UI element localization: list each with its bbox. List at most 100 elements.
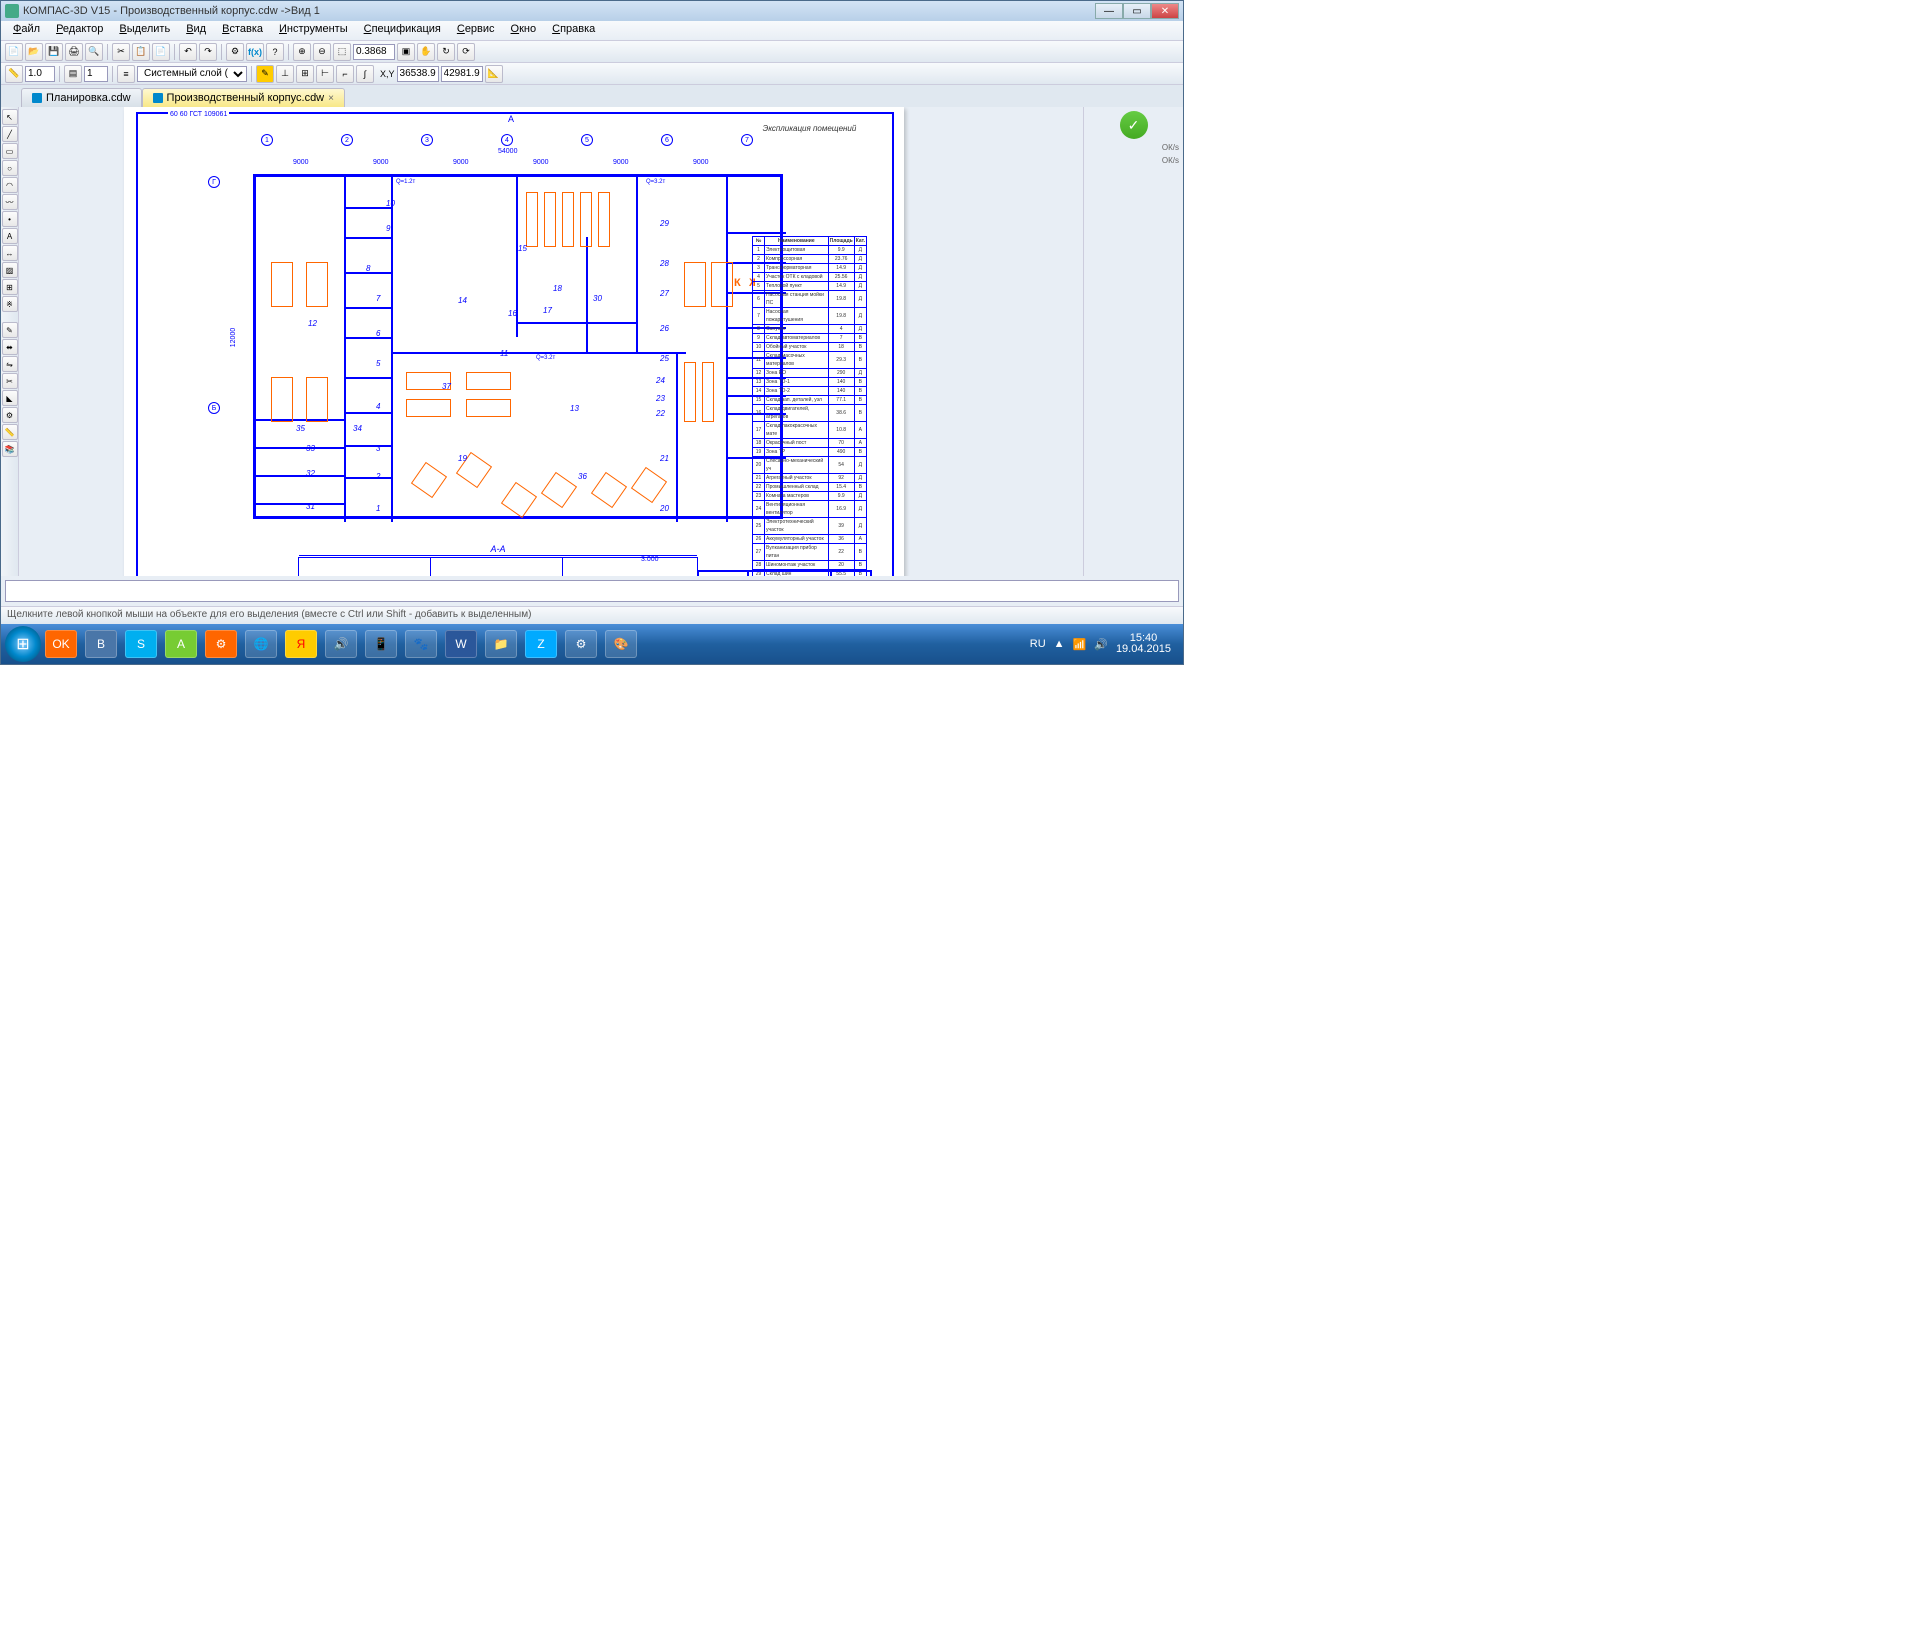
style-icon[interactable]: ✎ — [256, 65, 274, 83]
minimize-button[interactable]: — — [1095, 3, 1123, 19]
symbol-icon[interactable]: ※ — [2, 296, 18, 312]
measure2-icon[interactable]: 📏 — [2, 424, 18, 440]
round-icon[interactable]: ⌐ — [336, 65, 354, 83]
grid-icon[interactable]: ⊞ — [296, 65, 314, 83]
task-word[interactable]: W — [445, 630, 477, 658]
menu-tools[interactable]: Инструменты — [271, 21, 356, 40]
rotate-icon[interactable]: ↻ — [437, 43, 455, 61]
task-yandex[interactable]: Я — [285, 630, 317, 658]
print-icon[interactable]: 🖨 — [65, 43, 83, 61]
arrow-icon[interactable]: ↖ — [2, 109, 18, 125]
scale-icon[interactable]: 📏 — [5, 65, 23, 83]
snap-icon[interactable]: ⊥ — [276, 65, 294, 83]
redo-icon[interactable]: ↷ — [199, 43, 217, 61]
help-icon[interactable]: ? — [266, 43, 284, 61]
step-icon[interactable]: ▤ — [64, 65, 82, 83]
table-icon[interactable]: ⊞ — [2, 279, 18, 295]
props-icon[interactable]: ⚙ — [226, 43, 244, 61]
zoom-input[interactable] — [353, 44, 395, 60]
menu-service[interactable]: Сервис — [449, 21, 503, 40]
start-button[interactable]: ⊞ — [5, 626, 41, 662]
titlebar[interactable]: КОМПАС-3D V15 - Производственный корпус.… — [1, 1, 1183, 21]
undo-icon[interactable]: ↶ — [179, 43, 197, 61]
task-kompas[interactable]: ⚙ — [565, 630, 597, 658]
system-tray[interactable]: RU ▲ 📶 🔊 15:40 19.04.2015 — [1030, 633, 1179, 655]
line-icon[interactable]: ╱ — [2, 126, 18, 142]
arc-icon[interactable]: ◠ — [2, 177, 18, 193]
task-ok[interactable]: OK — [45, 630, 77, 658]
task-app2[interactable]: ⚙ — [205, 630, 237, 658]
scale-input[interactable] — [25, 66, 55, 82]
ortho-icon[interactable]: ⊢ — [316, 65, 334, 83]
open-icon[interactable]: 📂 — [25, 43, 43, 61]
lcs-icon[interactable]: ∫ — [356, 65, 374, 83]
trim-icon[interactable]: ✂ — [2, 373, 18, 389]
new-icon[interactable]: 📄 — [5, 43, 23, 61]
task-skype[interactable]: S — [125, 630, 157, 658]
text-icon[interactable]: A — [2, 228, 18, 244]
layer-icon[interactable]: ≡ — [117, 65, 135, 83]
menu-window[interactable]: Окно — [503, 21, 545, 40]
measure-icon[interactable]: 📐 — [485, 65, 503, 83]
tray-flag-icon[interactable]: ▲ — [1054, 638, 1065, 650]
canvas-area[interactable]: 60 60 ГСТ 109061 1 2 3 4 5 6 7 Г Б А — [19, 107, 1083, 576]
menu-spec[interactable]: Спецификация — [356, 21, 449, 40]
room-label-23: 23 — [656, 394, 665, 403]
tray-vol-icon[interactable]: 🔊 — [1094, 638, 1108, 651]
copy-icon[interactable]: 📋 — [132, 43, 150, 61]
room-label-31: 31 — [306, 502, 315, 511]
lang-indicator[interactable]: RU — [1030, 638, 1046, 650]
layer-select[interactable]: Системный слой (0) — [137, 66, 247, 82]
maximize-button[interactable]: ▭ — [1123, 3, 1151, 19]
menu-select[interactable]: Выделить — [111, 21, 178, 40]
rect-icon[interactable]: ▭ — [2, 143, 18, 159]
lib-icon[interactable]: 📚 — [2, 441, 18, 457]
task-app3[interactable]: 📱 — [365, 630, 397, 658]
menu-view[interactable]: Вид — [178, 21, 214, 40]
edit-icon[interactable]: ✎ — [2, 322, 18, 338]
tray-net-icon[interactable]: 📶 — [1073, 638, 1087, 651]
point-icon[interactable]: • — [2, 211, 18, 227]
param-icon[interactable]: ⚙ — [2, 407, 18, 423]
task-vk[interactable]: В — [85, 630, 117, 658]
hatch-icon[interactable]: ▨ — [2, 262, 18, 278]
command-input[interactable] — [5, 580, 1179, 602]
dim-icon[interactable]: ↔ — [2, 245, 18, 261]
save-icon[interactable]: 💾 — [45, 43, 63, 61]
task-paint[interactable]: 🎨 — [605, 630, 637, 658]
status-ok-icon[interactable]: ✓ — [1120, 111, 1148, 139]
task-explorer[interactable]: 📁 — [485, 630, 517, 658]
tab-planirovka[interactable]: Планировка.cdw — [21, 88, 142, 107]
tab-close-icon[interactable]: × — [328, 93, 334, 104]
zoom-in-icon[interactable]: ⊕ — [293, 43, 311, 61]
coord-x[interactable] — [397, 66, 439, 82]
cut-icon[interactable]: ✂ — [112, 43, 130, 61]
zoom-frame-icon[interactable]: ⬚ — [333, 43, 351, 61]
circle-icon[interactable]: ○ — [2, 160, 18, 176]
move-icon[interactable]: ⬌ — [2, 339, 18, 355]
clock-date[interactable]: 19.04.2015 — [1116, 644, 1171, 655]
zoom-out-icon[interactable]: ⊖ — [313, 43, 331, 61]
chamfer-icon[interactable]: ◣ — [2, 390, 18, 406]
tab-proizvod[interactable]: Производственный корпус.cdw × — [142, 88, 345, 107]
menu-help[interactable]: Справка — [544, 21, 603, 40]
task-chrome[interactable]: 🌐 — [245, 630, 277, 658]
menu-insert[interactable]: Вставка — [214, 21, 271, 40]
spline-icon[interactable]: 〰 — [2, 194, 18, 210]
coord-y[interactable] — [441, 66, 483, 82]
pan-icon[interactable]: ✋ — [417, 43, 435, 61]
task-baidu[interactable]: 🐾 — [405, 630, 437, 658]
refresh-icon[interactable]: ⟳ — [457, 43, 475, 61]
preview-icon[interactable]: 🔍 — [85, 43, 103, 61]
close-button[interactable]: ✕ — [1151, 3, 1179, 19]
paste-icon[interactable]: 📄 — [152, 43, 170, 61]
step-input[interactable] — [84, 66, 108, 82]
menu-file[interactable]: Файл — [5, 21, 48, 40]
task-sound[interactable]: 🔊 — [325, 630, 357, 658]
menu-editor[interactable]: Редактор — [48, 21, 111, 40]
mirror-icon[interactable]: ⇋ — [2, 356, 18, 372]
task-zona[interactable]: Z — [525, 630, 557, 658]
zoom-fit-icon[interactable]: ▣ — [397, 43, 415, 61]
vars-icon[interactable]: f(x) — [246, 43, 264, 61]
task-amigo[interactable]: A — [165, 630, 197, 658]
